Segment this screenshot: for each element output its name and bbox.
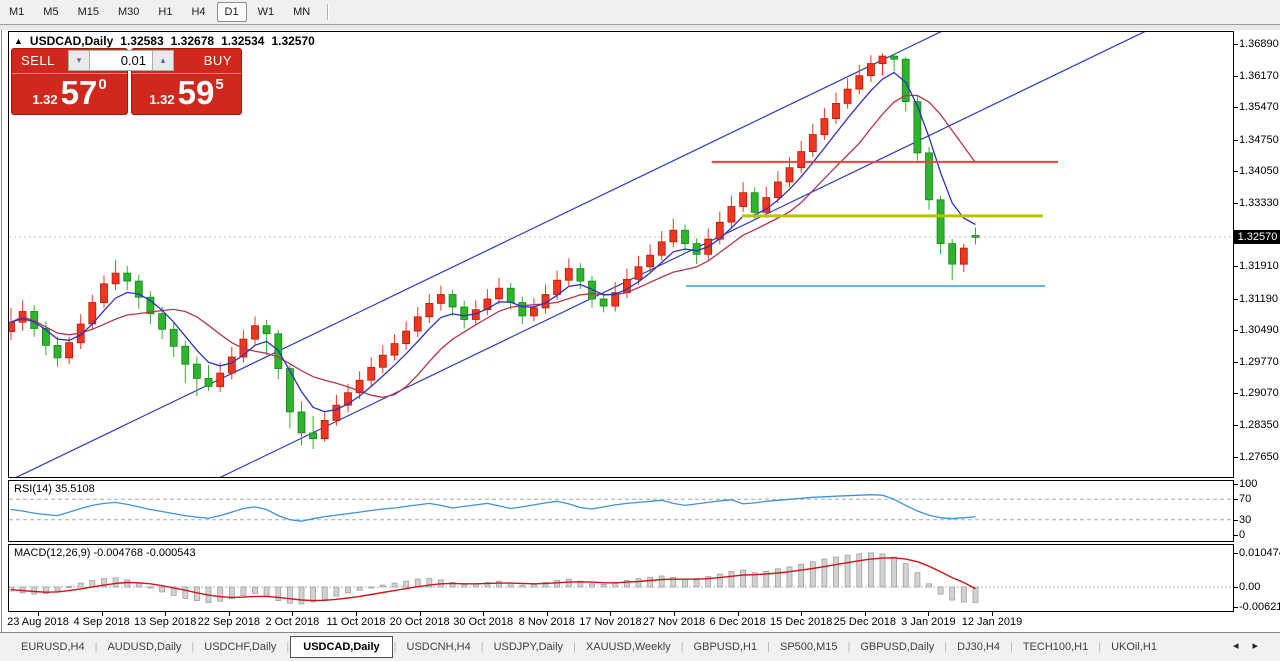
buy-price: 1.32 59 5	[132, 75, 241, 114]
price-axis-tick	[1234, 203, 1238, 204]
rsi-canvas[interactable]	[9, 481, 1233, 541]
buy-price-prefix: 1.32	[149, 92, 174, 107]
macd-axis-label: 0.010474	[1239, 547, 1280, 559]
chart-tab-gbpusd-daily[interactable]: GBPUSD,Daily	[851, 637, 943, 657]
macd-axis-tick	[1234, 607, 1238, 608]
chart-tab-usdcnh-h4[interactable]: USDCNH,H4	[398, 637, 480, 657]
rsi-axis-label: 70	[1239, 493, 1251, 505]
rsi-axis-tick	[1234, 535, 1238, 536]
price-axis-tick	[1234, 457, 1238, 458]
sell-button[interactable]: SELL	[21, 53, 55, 68]
price-axis-label: 1.29070	[1239, 387, 1279, 399]
price-axis-label: 1.36890	[1239, 38, 1279, 50]
price-axis-tick	[1234, 140, 1238, 141]
price-axis-tick	[1234, 266, 1238, 267]
price-axis-tick	[1234, 425, 1238, 426]
chart-tab-audusd-daily[interactable]: AUDUSD,Daily	[98, 637, 190, 657]
collapse-triangle-icon[interactable]: ▲	[14, 36, 23, 46]
macd-axis-label: 0.00	[1239, 581, 1260, 593]
timeframe-toolbar: M1M5M15M30H1H4D1W1MN	[0, 0, 1280, 24]
ohlc-close: 1.32570	[271, 34, 314, 48]
one-click-trading-widget: SELL 1.32 57 0 BUY 1.32 59 5 ▾ 0.01 ▴	[11, 48, 242, 115]
ohlc-low: 1.32534	[221, 34, 264, 48]
symbol-period: USDCAD,Daily	[30, 34, 113, 48]
ohlc-open: 1.32583	[120, 34, 163, 48]
volume-decrease-button[interactable]: ▾	[68, 50, 90, 71]
price-axis-tick	[1234, 44, 1238, 45]
toolbar-separator	[327, 4, 329, 20]
chart-tab-eurusd-h4[interactable]: EURUSD,H4	[12, 637, 94, 657]
price-axis-tick	[1234, 171, 1238, 172]
price-axis-label: 1.30490	[1239, 324, 1279, 336]
rsi-axis-tick	[1234, 499, 1238, 500]
price-axis-tick	[1234, 330, 1238, 331]
price-axis-label: 1.31910	[1239, 260, 1279, 272]
price-axis-label: 1.28350	[1239, 419, 1279, 431]
chart-tab-usdchf-daily[interactable]: USDCHF,Daily	[195, 637, 285, 657]
sell-price-main: 57	[61, 75, 98, 111]
chart-tab-ukoil-h1[interactable]: UKOil,H1	[1102, 637, 1166, 657]
macd-axis-tick	[1234, 553, 1238, 554]
chart-title: ▲ USDCAD,Daily 1.32583 1.32678 1.32534 1…	[14, 34, 315, 48]
timeframe-button-m5[interactable]: M5	[35, 2, 66, 22]
chart-tab-dj30-h4[interactable]: DJ30,H4	[948, 637, 1009, 657]
chart-tab-sp500-m15[interactable]: SP500,M15	[771, 637, 846, 657]
macd-axis-tick	[1234, 587, 1238, 588]
timeframe-button-h4[interactable]: H4	[183, 2, 213, 22]
price-axis-tick	[1234, 107, 1238, 108]
buy-price-sup: 5	[215, 76, 223, 93]
macd-indicator-panel[interactable]: MACD(12,26,9) -0.004768 -0.000543	[8, 544, 1234, 612]
sell-price: 1.32 57 0	[12, 75, 127, 114]
price-axis-tick	[1234, 362, 1238, 363]
timeframe-button-h1[interactable]: H1	[150, 2, 180, 22]
price-axis-label: 1.34750	[1239, 134, 1279, 146]
rsi-axis-label: 100	[1239, 478, 1257, 490]
timeframe-button-m1[interactable]: M1	[1, 2, 32, 22]
buy-price-main: 59	[178, 75, 215, 111]
price-axis-label: 1.29770	[1239, 356, 1279, 368]
chart-tab-usdcad-daily[interactable]: USDCAD,Daily	[290, 636, 392, 658]
timeframe-button-w1[interactable]: W1	[250, 2, 283, 22]
price-axis-label: 1.27650	[1239, 451, 1279, 463]
rsi-indicator-panel[interactable]: RSI(14) 35.5108	[8, 480, 1234, 542]
price-axis-tick	[1234, 299, 1238, 300]
macd-axis-label: -0.006218	[1239, 601, 1280, 613]
chart-tab-xauusd-weekly[interactable]: XAUUSD,Weekly	[577, 637, 680, 657]
volume-stepper: ▾ 0.01 ▴	[68, 50, 174, 71]
rsi-axis-tick	[1234, 484, 1238, 485]
sell-price-prefix: 1.32	[32, 92, 57, 107]
tab-scroll-arrows[interactable]: ◂▸	[1233, 639, 1272, 652]
chart-window: RSI(14) 35.5108 MACD(12,26,9) -0.004768 …	[0, 30, 1280, 632]
price-axis-label: 1.36170	[1239, 70, 1279, 82]
chart-tab-gbpusd-h1[interactable]: GBPUSD,H1	[685, 637, 767, 657]
buy-button[interactable]: BUY	[204, 53, 232, 68]
sell-price-sup: 0	[98, 76, 106, 93]
date-axis-label: 12 Jan 2019	[954, 616, 1030, 628]
window-left-edge	[1, 30, 2, 632]
chart-tab-tech100-h1[interactable]: TECH100,H1	[1014, 637, 1097, 657]
chart-tab-usdjpy-daily[interactable]: USDJPY,Daily	[485, 637, 573, 657]
ohlc-high: 1.32678	[171, 34, 214, 48]
timeframe-button-d1[interactable]: D1	[217, 2, 247, 22]
chart-tab-bar: EURUSD,H4|AUDUSD,Daily|USDCHF,Daily|USDC…	[0, 632, 1280, 661]
price-axis-tick	[1234, 393, 1238, 394]
volume-increase-button[interactable]: ▴	[152, 50, 174, 71]
price-axis-tick	[1234, 76, 1238, 77]
price-axis-label: 1.34050	[1239, 165, 1279, 177]
price-axis-label: 1.35470	[1239, 101, 1279, 113]
rsi-axis-label: 30	[1239, 514, 1251, 526]
timeframe-button-m15[interactable]: M15	[70, 2, 107, 22]
rsi-label: RSI(14) 35.5108	[14, 483, 95, 495]
price-axis-label: 1.33330	[1239, 197, 1279, 209]
current-price-box: 1.32570	[1234, 230, 1280, 244]
rsi-axis-label: 0	[1239, 529, 1245, 541]
timeframe-button-m30[interactable]: M30	[110, 2, 147, 22]
volume-input[interactable]: 0.01	[90, 50, 152, 71]
macd-label: MACD(12,26,9) -0.004768 -0.000543	[14, 547, 196, 559]
rsi-axis-tick	[1234, 520, 1238, 521]
timeframe-button-mn[interactable]: MN	[285, 2, 318, 22]
price-axis-label: 1.31190	[1239, 293, 1278, 305]
